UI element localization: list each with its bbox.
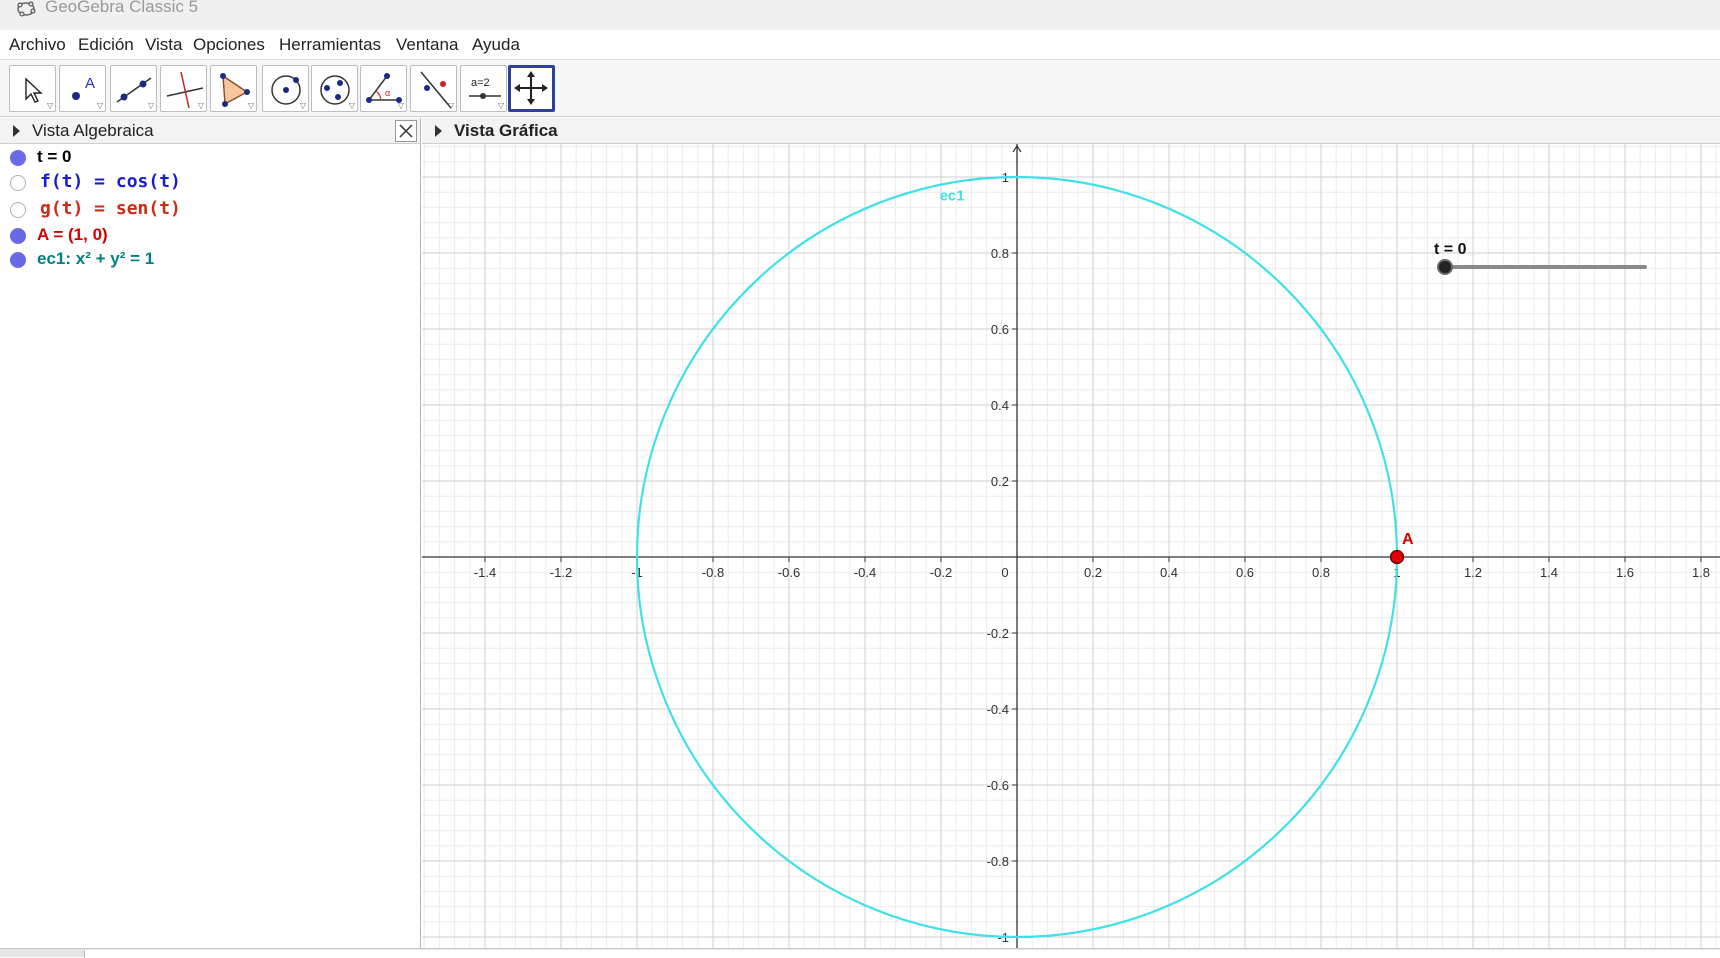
y-tick-label: 0.4 [991,398,1009,413]
visibility-toggle[interactable] [10,228,26,244]
x-tick-label: 1.8 [1692,565,1710,580]
algebra-item-text: t = 0 [37,147,72,166]
toolbar: ▽ A ▽ ▽ ▽ ▽ ▽ ▽ α ▽ ▽ a=2 ▽ [0,61,1720,117]
algebra-item[interactable]: g(t) = sen(t) [0,197,420,223]
move-graphics-view-tool-button[interactable] [508,65,555,112]
graphics-view[interactable]: Vista Gráfica -1.4 -1.2 -1 -0.8 -0.6 -0.4 -0.2… [422,118,1720,948]
y-tick-label: -0.6 [987,778,1009,793]
algebra-view: Vista Algebraica t = 0 f(t) = cos(t) g(t) … [0,118,421,948]
x-tick-label: 0.6 [1236,565,1254,580]
menu-archivo[interactable]: Archivo [9,35,66,55]
algebra-view-header: Vista Algebraica [0,118,420,144]
y-tick-label: 0.6 [991,322,1009,337]
x-tick-label: 0.2 [1084,565,1102,580]
circle-label: ec1 [940,188,965,205]
x-tick-label: -1.2 [550,565,572,580]
menu-ayuda[interactable]: Ayuda [472,35,520,55]
line-tool-button[interactable]: ▽ [110,65,157,112]
menu-opciones[interactable]: Opciones [193,35,265,55]
algebra-item[interactable]: A = (1, 0) [0,223,420,249]
x-tick-label: 0.4 [1160,565,1178,580]
visibility-toggle[interactable] [10,202,26,218]
menu-ventana[interactable]: Ventana [396,35,458,55]
slider-knob[interactable] [1437,259,1453,275]
move-graphics-view-icon [514,71,548,105]
algebra-item[interactable]: f(t) = cos(t) [0,170,420,196]
x-tick-label: -0.8 [702,565,724,580]
point-a-label: A [1402,531,1414,548]
menu-herramientas[interactable]: Herramientas [279,35,381,55]
collapse-triangle-icon[interactable] [13,125,20,137]
y-tick-label: 0.8 [991,246,1009,261]
angle-tool-button[interactable]: α ▽ [360,65,407,112]
algebra-item-text: ec1: x² + y² = 1 [37,249,155,268]
polygon-tool-button[interactable]: ▽ [210,65,257,112]
graphics-view-header: Vista Gráfica [422,118,1720,144]
svg-text:α: α [385,88,390,98]
algebra-item-text: A = (1, 0) [37,225,108,244]
svg-text:a=2: a=2 [471,77,490,89]
collapse-triangle-icon[interactable] [435,125,442,137]
title-bar: GeoGebra Classic 5 [0,0,1720,30]
menu-vista[interactable]: Vista [145,35,183,55]
close-algebra-view-button[interactable] [395,120,417,142]
x-tick-label: 1.6 [1616,565,1634,580]
x-tick-label: 1.2 [1464,565,1482,580]
x-tick-label: -0.2 [930,565,952,580]
graphics-canvas[interactable]: -1.4 -1.2 -1 -0.8 -0.6 -0.4 -0.2 0 0.2 0.4 0.6 0.8 1… [422,144,1720,948]
algebra-item-text: f(t) = cos(t) [40,171,181,192]
x-tick-label: 1.4 [1540,565,1558,580]
x-tick-label: -0.6 [778,565,800,580]
perpendicular-tool-button[interactable]: ▽ [160,65,207,112]
slider-label: t = 0 [1434,241,1467,258]
y-tick-label: -0.4 [987,702,1009,717]
move-tool-button[interactable]: ▽ [9,65,56,112]
x-tick-label: 0 [1001,565,1008,580]
geogebra-logo-icon [17,1,36,17]
y-tick-label: -0.2 [987,626,1009,641]
menu-edicion[interactable]: Edición [78,35,134,55]
algebra-item[interactable]: ec1: x² + y² = 1 [0,247,420,273]
ellipse-tool-button[interactable]: ▽ [311,65,358,112]
algebra-view-title: Vista Algebraica [32,121,154,140]
menu-bar: Archivo Edición Vista Opciones Herramien… [0,30,1720,60]
circle-tool-button[interactable]: ▽ [262,65,309,112]
svg-text:A: A [85,75,95,92]
point-tool-button[interactable]: A ▽ [59,65,106,112]
point-a[interactable] [1389,549,1405,565]
input-bar [0,948,1720,958]
y-tick-label: 0.2 [991,474,1009,489]
reflect-tool-button[interactable]: ▽ [410,65,457,112]
graphics-view-title: Vista Gráfica [454,121,558,140]
y-tick-label: -0.8 [987,854,1009,869]
visibility-toggle[interactable] [10,175,26,191]
window-title: GeoGebra Classic 5 [45,0,199,16]
visibility-toggle[interactable] [10,252,26,268]
x-tick-label: -0.4 [854,565,876,580]
slider-tool-button[interactable]: a=2 ▽ [460,65,507,112]
x-tick-label: 0.8 [1312,565,1330,580]
algebra-item[interactable]: t = 0 [0,145,420,171]
visibility-toggle[interactable] [10,150,26,166]
algebra-item-text: g(t) = sen(t) [40,198,181,219]
close-icon [399,124,413,138]
x-tick-label: -1.4 [474,565,496,580]
